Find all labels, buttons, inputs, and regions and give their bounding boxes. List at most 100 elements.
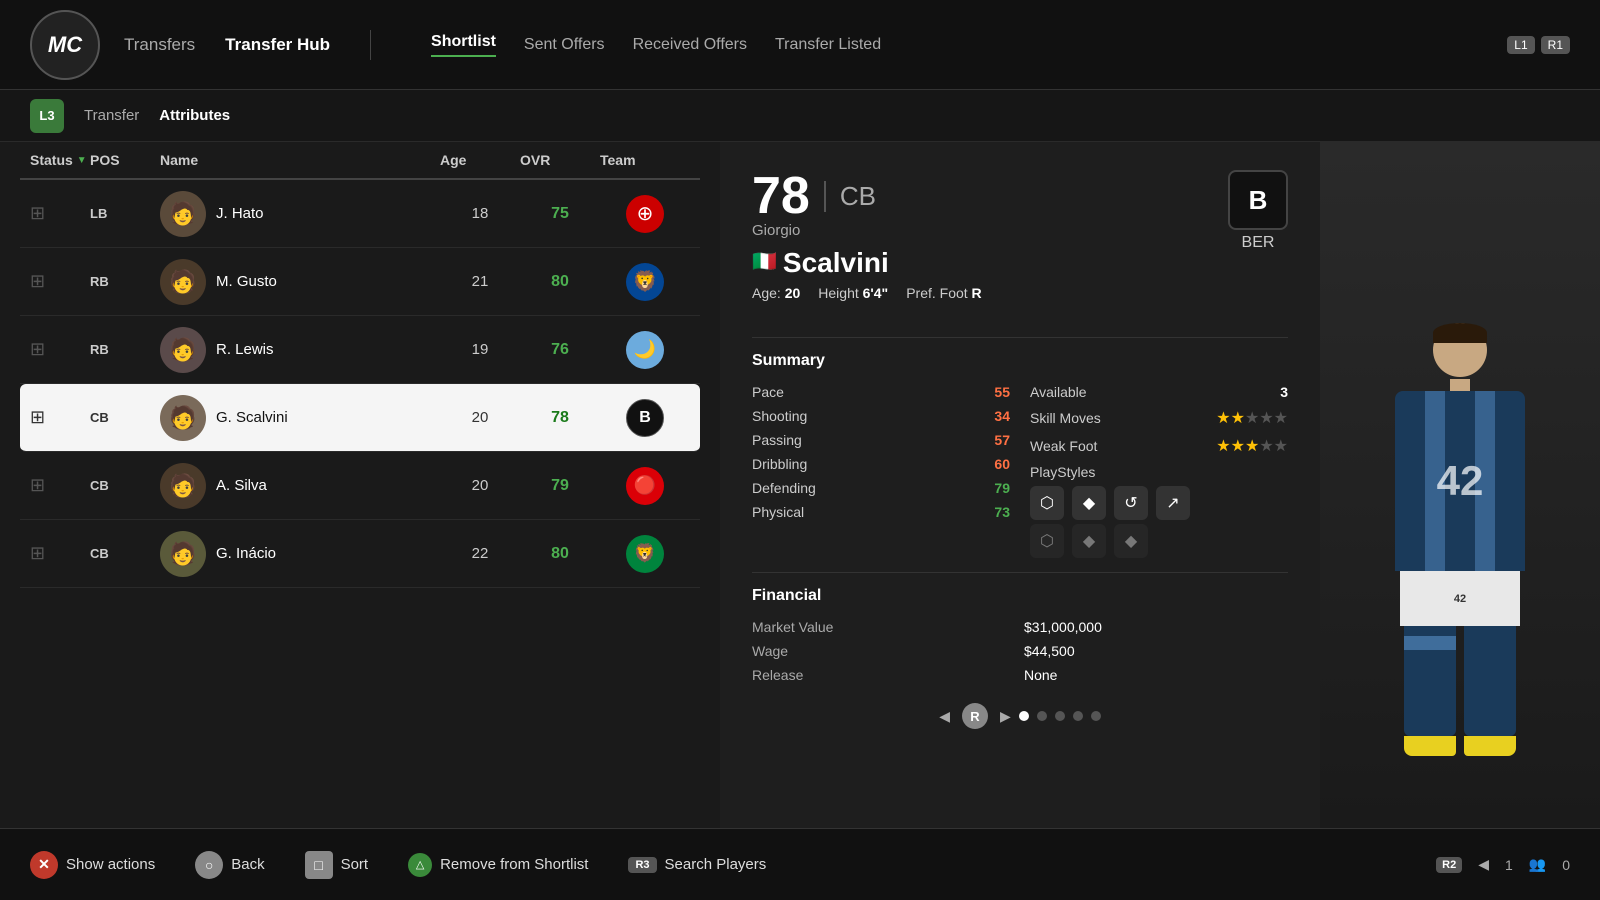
stat-dribbling: Dribbling 60 — [752, 456, 1010, 472]
player-avatar: 🧑 — [160, 463, 206, 509]
tri-button-icon: △ — [408, 853, 432, 877]
figure-neck — [1450, 379, 1470, 391]
ps-icon-5: ⬡ — [1030, 524, 1064, 558]
remove-shortlist-button[interactable]: △ Remove from Shortlist — [408, 853, 588, 877]
ps-icon-4: ↗ — [1156, 486, 1190, 520]
pos-badge: LB — [90, 206, 160, 221]
left-stats: Pace 55 Shooting 34 Passing 57 Dribbling… — [752, 384, 1010, 558]
player-info: 🧑 A. Silva — [160, 463, 440, 509]
divider — [752, 337, 1288, 338]
player-full-name: Scalvini — [783, 247, 889, 279]
ovr-val: 79 — [520, 477, 600, 495]
show-actions-button[interactable]: ✕ Show actions — [30, 851, 155, 879]
back-button[interactable]: ○ Back — [195, 851, 264, 879]
player-avatar: 🧑 — [160, 259, 206, 305]
wage-label: Wage — [752, 643, 1016, 659]
r-indicator: R — [962, 703, 988, 729]
counter-2: 0 — [1562, 857, 1570, 873]
pos-large: CB — [824, 181, 876, 212]
stat-passing: Passing 57 — [752, 432, 1010, 448]
ovr-val: 80 — [520, 273, 600, 291]
figure-legs — [1404, 626, 1516, 736]
shorts-number: 42 — [1454, 593, 1466, 605]
nav-transfer-hub[interactable]: Transfer Hub — [225, 35, 330, 55]
player-first-name: Giorgio — [752, 222, 982, 239]
release-val: None — [1024, 667, 1288, 683]
player-row[interactable]: ⊞ LB 🧑 J. Hato 18 75 ⊕ — [20, 180, 700, 248]
sq-button-icon: □ — [305, 851, 333, 879]
pos-badge: RB — [90, 274, 160, 289]
dot-1 — [1019, 711, 1029, 721]
player-row[interactable]: ⊞ CB 🧑 G. Inácio 22 80 🦁 — [20, 520, 700, 588]
market-value-label: Market Value — [752, 619, 1016, 635]
figure-shorts: 42 — [1400, 571, 1520, 626]
ovr-header-area: 78 CB — [752, 170, 982, 222]
financial-title: Financial — [752, 587, 1288, 605]
team-badge: 🔴 — [626, 467, 664, 505]
club-badge-large: B — [1228, 170, 1288, 230]
stat-playstyles: PlayStyles ⬡ ◆ ↺ ↗ ⬡ ◆ ◆ — [1030, 464, 1288, 558]
col-team: Team — [600, 152, 690, 168]
player-figure: 42 42 — [1320, 323, 1600, 756]
age-val: 21 — [440, 273, 520, 290]
age-val: 20 — [440, 477, 520, 494]
team-badge: 🦁 — [626, 263, 664, 301]
player-avatar: 🧑 — [160, 191, 206, 237]
dots-left-arrow: ◀ — [939, 708, 950, 725]
counter-1: 1 — [1505, 857, 1513, 873]
figure-leg-left — [1404, 626, 1456, 736]
sub-tab-attributes[interactable]: Attributes — [159, 107, 230, 124]
name-flag-row: 🇮🇹 Scalvini — [752, 243, 982, 279]
col-name: Name — [160, 152, 440, 168]
player-row[interactable]: ⊞ RB 🧑 R. Lewis 19 76 🌙 — [20, 316, 700, 384]
tab-sent-offers[interactable]: Sent Offers — [524, 36, 605, 54]
l3-icon: L3 — [30, 99, 64, 133]
dots-row: ◀ R ▶ — [752, 703, 1288, 729]
detail-left: 78 CB Giorgio 🇮🇹 Scalvini Age: 20 Height… — [752, 170, 982, 321]
summary-title: Summary — [752, 352, 1288, 370]
stat-defending: Defending 79 — [752, 480, 1010, 496]
pace-val: 55 — [994, 384, 1010, 400]
sub-tab-transfer[interactable]: Transfer — [84, 107, 139, 124]
figure-boots — [1404, 736, 1516, 756]
physical-val: 73 — [994, 504, 1010, 520]
market-value-val: $31,000,000 — [1024, 619, 1288, 635]
foot-label: Pref. Foot R — [906, 285, 981, 301]
stats-grid: Pace 55 Shooting 34 Passing 57 Dribbling… — [752, 384, 1288, 558]
ovr-val: 78 — [520, 409, 600, 427]
search-players-button[interactable]: R3 Search Players — [628, 856, 766, 873]
stat-pace: Pace 55 — [752, 384, 1010, 400]
wage-val: $44,500 — [1024, 643, 1288, 659]
nav-transfers[interactable]: Transfers — [124, 35, 195, 55]
tab-shortlist[interactable]: Shortlist — [431, 33, 496, 57]
player-row-selected[interactable]: ⊞ CB 🧑 G. Scalvini 20 78 B — [20, 384, 700, 452]
tab-received-offers[interactable]: Received Offers — [633, 36, 747, 54]
club-logo: MC — [30, 10, 100, 80]
age-val: 20 — [440, 409, 520, 426]
dots-right-arrow: ▶ — [1000, 708, 1011, 725]
tab-transfer-listed[interactable]: Transfer Listed — [775, 36, 881, 54]
ovr-val: 80 — [520, 545, 600, 563]
team-badge: B — [626, 399, 664, 437]
team-badge: 🦁 — [626, 535, 664, 573]
playstyle-icons-2: ⬡ ◆ ◆ — [1030, 524, 1148, 558]
financial-grid: Market Value $31,000,000 Wage $44,500 Re… — [752, 619, 1288, 683]
dribbling-val: 60 — [994, 456, 1010, 472]
player-row[interactable]: ⊞ RB 🧑 M. Gusto 21 80 🦁 — [20, 248, 700, 316]
sort-button[interactable]: □ Sort — [305, 851, 369, 879]
main-content: Status ▼ POS Name Age OVR Team ⊞ LB 🧑 J.… — [0, 142, 1600, 828]
ps-icon-2: ◆ — [1072, 486, 1106, 520]
player-name: J. Hato — [216, 205, 264, 222]
group-icon: 👥 — [1529, 856, 1546, 873]
r2-button: R2 — [1436, 857, 1462, 873]
sort-arrow-icon: ▼ — [77, 155, 87, 166]
stat-available: Available 3 — [1030, 384, 1288, 400]
player-name: G. Inácio — [216, 545, 276, 562]
age-val: 22 — [440, 545, 520, 562]
player-row[interactable]: ⊞ CB 🧑 A. Silva 20 79 🔴 — [20, 452, 700, 520]
bottom-bar: ✕ Show actions ○ Back □ Sort △ Remove fr… — [0, 828, 1600, 900]
available-val: 3 — [1280, 384, 1288, 400]
defending-val: 79 — [994, 480, 1010, 496]
player-avatar: 🧑 — [160, 327, 206, 373]
tab-links: Shortlist Sent Offers Received Offers Tr… — [431, 33, 881, 57]
